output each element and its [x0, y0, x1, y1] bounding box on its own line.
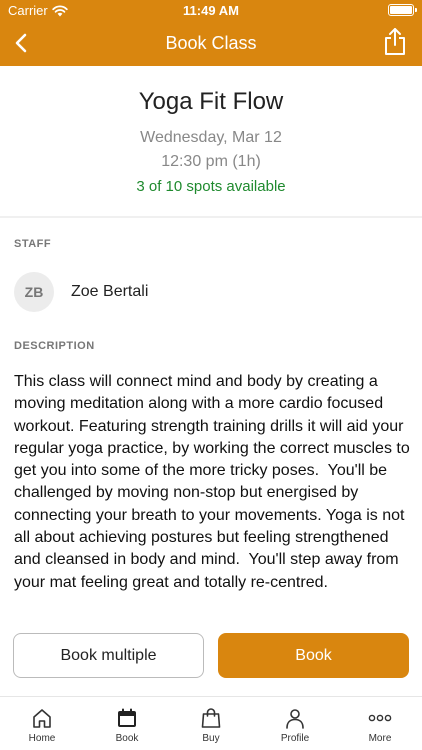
status-bar: Carrier 11:49 AM	[0, 0, 422, 22]
status-time: 11:49 AM	[183, 3, 239, 18]
tab-profile[interactable]: Profile	[265, 707, 325, 744]
class-description: This class will connect mind and body by…	[14, 373, 410, 591]
tab-bar: Home Book Buy Profile More	[0, 696, 422, 750]
battery-icon	[388, 4, 417, 16]
tab-more-label: More	[368, 733, 392, 744]
nav-header: Carrier 11:49 AM Book Class	[0, 0, 422, 66]
description-section-label: DESCRIPTION	[14, 340, 95, 352]
calendar-icon	[118, 708, 136, 727]
class-title: Yoga Fit Flow	[138, 88, 284, 115]
tab-buy-label: Buy	[202, 733, 220, 744]
tab-more[interactable]: More	[350, 707, 410, 744]
section-divider	[0, 216, 422, 218]
person-icon	[286, 709, 304, 729]
tab-buy[interactable]: Buy	[181, 707, 241, 744]
tab-home[interactable]: Home	[12, 707, 72, 744]
battery-fill	[390, 6, 412, 14]
share-icon	[385, 28, 405, 55]
shopping-bag-icon	[201, 708, 221, 728]
staff-row[interactable]: ZB Zoe Bertali	[14, 272, 148, 312]
spots-available: 3 of 10 spots available	[136, 178, 286, 195]
home-icon	[33, 709, 51, 728]
tab-book[interactable]: Book	[97, 707, 157, 744]
more-dots-icon	[368, 714, 392, 722]
staff-name: Zoe Bertali	[71, 283, 149, 300]
class-info: Yoga Fit Flow Wednesday, Mar 12 12:30 pm…	[0, 66, 422, 216]
share-button[interactable]	[382, 26, 408, 58]
class-time: 12:30 pm (1h)	[161, 153, 261, 170]
staff-section-label: STAFF	[14, 238, 52, 250]
tab-home-label: Home	[28, 733, 56, 744]
avatar: ZB	[14, 272, 54, 312]
book-button[interactable]: Book	[218, 633, 409, 678]
tab-book-label: Book	[115, 733, 139, 744]
page-title: Book Class	[165, 33, 257, 53]
tab-profile-label: Profile	[280, 733, 310, 744]
book-multiple-button[interactable]: Book multiple	[13, 633, 204, 678]
class-date: Wednesday, Mar 12	[140, 129, 282, 146]
